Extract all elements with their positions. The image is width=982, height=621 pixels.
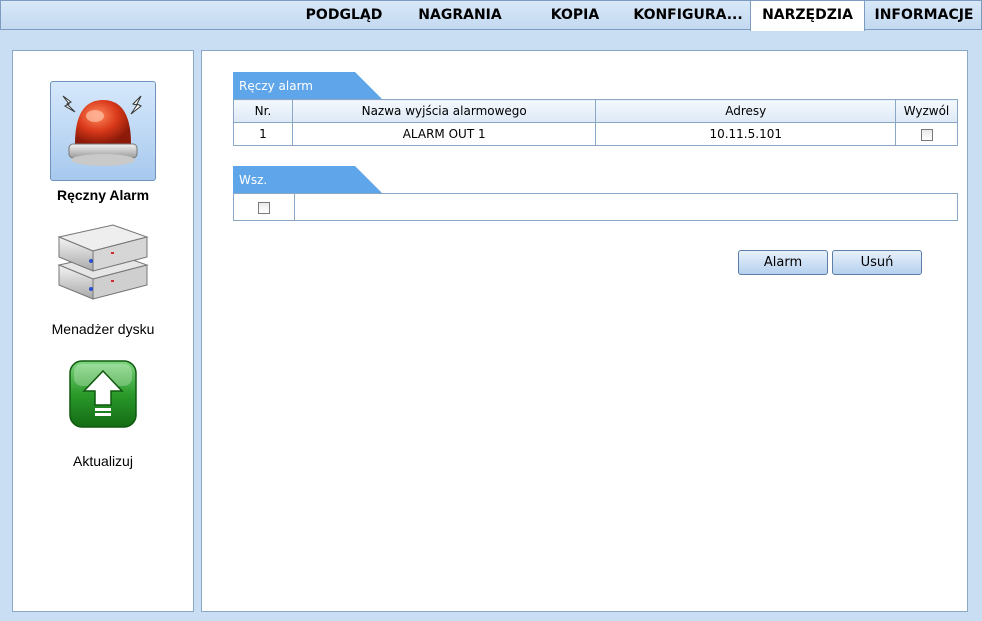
sidebar: Ręczny Alarm Menadżer dysku Aktualizuj	[12, 50, 194, 612]
alarm-light-icon	[62, 95, 142, 166]
table-row: 1 ALARM OUT 1 10.11.5.101	[233, 122, 958, 146]
section-title: Wsz.	[239, 173, 268, 187]
alarm-output-table: Nr. Nazwa wyjścia alarmowego Adresy Wyzw…	[233, 99, 958, 146]
select-all-table	[233, 193, 958, 221]
sidebar-item-label: Menadżer dysku	[51, 321, 155, 337]
tab-podglad[interactable]: PODGLĄD	[293, 1, 395, 30]
column-header-nr: Nr.	[233, 99, 293, 123]
section-tab-all: Wsz.	[233, 166, 383, 193]
tab-informacje[interactable]: INFORMACJE	[867, 1, 981, 30]
alarm-button[interactable]: Alarm	[738, 250, 828, 275]
cell-address: 10.11.5.101	[595, 122, 896, 146]
tab-konfiguracja[interactable]: KONFIGURA...	[627, 1, 749, 30]
disk-icon	[57, 224, 149, 300]
sidebar-item-label: Aktualizuj	[73, 453, 133, 469]
sidebar-item-upgrade[interactable]: Aktualizuj	[13, 359, 193, 479]
cell-trigger	[895, 122, 958, 146]
cell-name: ALARM OUT 1	[291, 122, 597, 146]
table-row	[233, 193, 958, 221]
sidebar-item-manual-alarm[interactable]: Ręczny Alarm	[13, 81, 193, 211]
upgrade-arrow-icon	[69, 360, 137, 428]
sidebar-item-manual-alarm-tile[interactable]	[50, 81, 156, 181]
sidebar-item-disk-manager[interactable]: Menadżer dysku	[13, 221, 193, 341]
main-content: Ręczy alarm Nr. Nazwa wyjścia alarmowego…	[201, 50, 968, 612]
select-all-checkbox[interactable]	[258, 201, 270, 214]
tab-narzedzia[interactable]: NARZĘDZIA	[750, 1, 865, 31]
clear-button[interactable]: Usuń	[832, 250, 922, 275]
trigger-checkbox[interactable]	[920, 128, 933, 141]
cell-nr: 1	[233, 122, 293, 146]
section-tab-manual-alarm: Ręczy alarm	[233, 72, 383, 99]
cell-select-all	[233, 193, 295, 221]
column-header-address: Adresy	[595, 99, 896, 123]
section-title: Ręczy alarm	[239, 79, 313, 93]
top-nav-bar: PODGLĄD NAGRANIA KOPIA KONFIGURA... NARZ…	[0, 0, 982, 31]
tab-nagrania[interactable]: NAGRANIA	[401, 1, 519, 30]
sidebar-item-label: Ręczny Alarm	[56, 187, 150, 203]
tab-kopia[interactable]: KOPIA	[531, 1, 619, 30]
cell-empty	[294, 193, 958, 221]
column-header-trigger: Wyzwól	[895, 99, 958, 123]
column-header-name: Nazwa wyjścia alarmowego	[291, 99, 597, 123]
